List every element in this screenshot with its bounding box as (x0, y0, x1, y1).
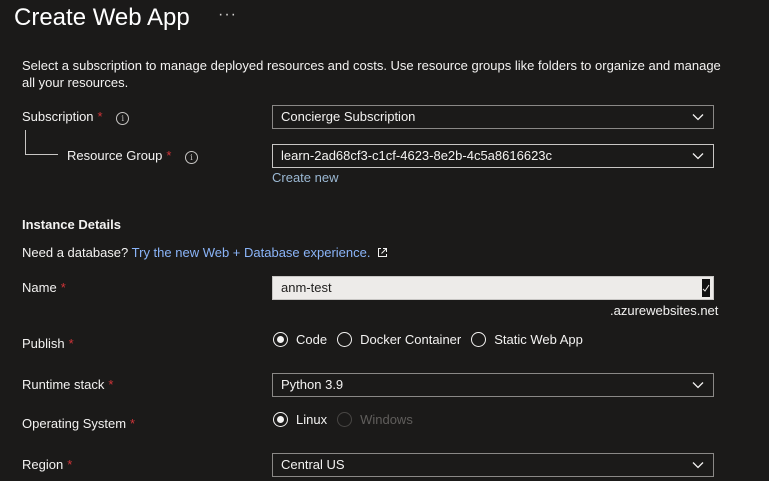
publish-option-docker[interactable]: Docker Container (337, 332, 461, 347)
database-prompt: Need a database? Try the new Web + Datab… (22, 245, 388, 260)
runtime-stack-label: Runtime stack * (22, 377, 114, 392)
resource-group-label: Resource Group * i (67, 148, 199, 164)
web-database-link[interactable]: Try the new Web + Database experience. (132, 245, 371, 260)
info-icon[interactable]: i (185, 151, 199, 164)
page-title: Create Web App (14, 4, 190, 31)
name-input[interactable]: anm-test (272, 276, 714, 300)
more-options-button[interactable]: ··· (218, 6, 237, 24)
radio-disabled-icon (337, 412, 353, 427)
publish-option-code[interactable]: Code (273, 332, 327, 347)
region-dropdown[interactable]: Central US (272, 453, 714, 477)
publish-label: Publish * (22, 336, 74, 351)
os-radio-group: Linux Windows (273, 412, 423, 427)
instance-details-heading: Instance Details (22, 217, 121, 232)
tree-connector (25, 130, 26, 154)
intro-text: Select a subscription to manage deployed… (22, 58, 721, 90)
subscription-dropdown[interactable]: Concierge Subscription (272, 105, 714, 129)
os-label: Operating System * (22, 416, 136, 431)
os-option-windows: Windows (337, 412, 413, 427)
subscription-label: Subscription * i (22, 109, 130, 125)
tree-connector (25, 154, 58, 155)
name-label: Name * (22, 280, 66, 295)
info-icon[interactable]: i (116, 112, 130, 125)
domain-suffix: .azurewebsites.net (610, 303, 719, 318)
chevron-down-icon (692, 382, 704, 389)
radio-selected-icon (273, 412, 288, 427)
external-link-icon (378, 248, 388, 257)
resource-group-dropdown[interactable]: learn-2ad68cf3-c1cf-4623-8e2b-4c5a861662… (272, 144, 714, 168)
radio-icon (471, 332, 487, 347)
chevron-down-icon (692, 153, 704, 160)
runtime-stack-dropdown[interactable]: Python 3.9 (272, 373, 714, 397)
radio-icon (337, 332, 353, 347)
create-new-link[interactable]: Create new (272, 170, 338, 185)
publish-radio-group: Code Docker Container Static Web App (273, 332, 593, 347)
publish-option-static[interactable]: Static Web App (471, 332, 583, 347)
radio-selected-icon (273, 332, 288, 347)
validation-check-icon (702, 279, 710, 297)
region-label: Region * (22, 457, 73, 472)
chevron-down-icon (692, 114, 704, 121)
chevron-down-icon (692, 462, 704, 469)
os-option-linux[interactable]: Linux (273, 412, 327, 427)
